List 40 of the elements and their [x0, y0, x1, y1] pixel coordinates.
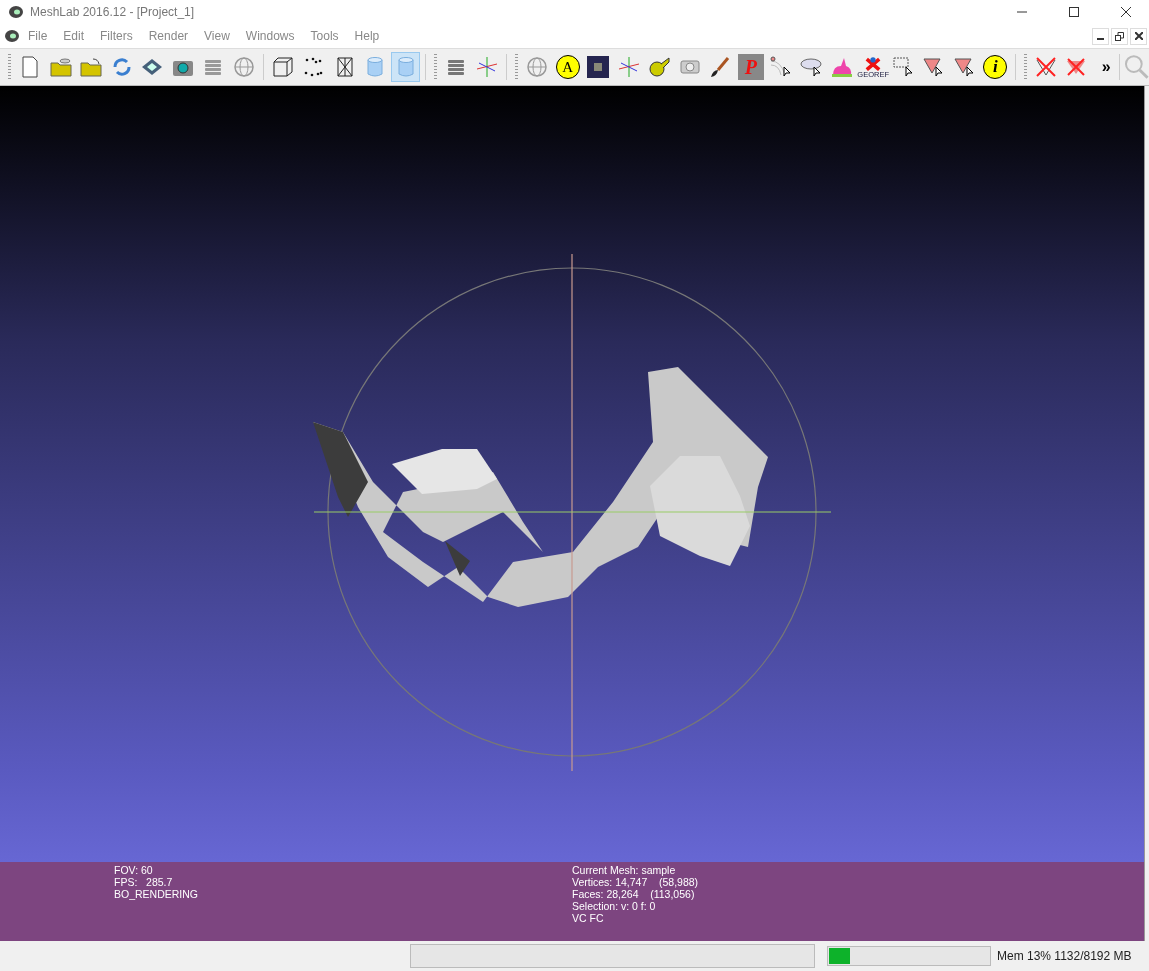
- axes-icon: [616, 55, 641, 79]
- menu-item[interactable]: Edit: [55, 25, 93, 47]
- info-text: FOV: 60: [114, 864, 154, 876]
- menu-item[interactable]: Filters: [92, 25, 141, 47]
- overflow-button[interactable]: »: [1097, 58, 1115, 76]
- menu-item[interactable]: Render: [140, 25, 197, 47]
- menu-item[interactable]: File: [20, 25, 56, 47]
- app-logo-icon: [8, 4, 24, 20]
- tape-measure-icon: [647, 55, 672, 79]
- menu-item[interactable]: Help: [346, 25, 388, 47]
- info-text: Faces: 28,264 (113,056): [572, 888, 696, 900]
- globe-icon: [231, 55, 256, 79]
- delete-vertices-icon: [1033, 55, 1058, 79]
- close-icon: [1134, 32, 1143, 40]
- axes-icon: [474, 55, 499, 79]
- document-logo-icon: [4, 28, 20, 44]
- globe-icon: [525, 55, 550, 79]
- maximize-icon: [1069, 7, 1079, 17]
- menu-item[interactable]: Windows: [237, 25, 303, 47]
- info-text: BO_RENDERING: [114, 888, 199, 900]
- info-text: FPS: 285.7: [114, 876, 174, 888]
- window-title: MeshLab 2016.12 - [Project_1]: [30, 5, 196, 19]
- restore-button[interactable]: [1111, 27, 1128, 45]
- close-icon: [1121, 7, 1131, 17]
- restore-icon: [1115, 31, 1124, 41]
- ellipse-select-icon: [799, 55, 824, 79]
- folder-stack-icon: [48, 55, 73, 79]
- folder-icon: [79, 55, 104, 79]
- info-text: Current Mesh: sample: [572, 864, 677, 876]
- info-text: Selection: v: 0 f: 0: [572, 900, 657, 912]
- cube-icon: [271, 55, 296, 79]
- menu-item[interactable]: View: [196, 25, 238, 47]
- menu-item[interactable]: Tools: [302, 25, 347, 47]
- info-text: Vertices: 14,747 (58,988): [572, 876, 700, 888]
- close-button[interactable]: [1130, 27, 1147, 45]
- info-text: VC FC: [572, 912, 605, 924]
- memory-reading: Mem 13% 1132/8192 MB: [997, 949, 1132, 963]
- search-icon: [1123, 54, 1149, 80]
- dark-square-icon: [586, 55, 611, 79]
- minimize-button[interactable]: [1092, 27, 1109, 45]
